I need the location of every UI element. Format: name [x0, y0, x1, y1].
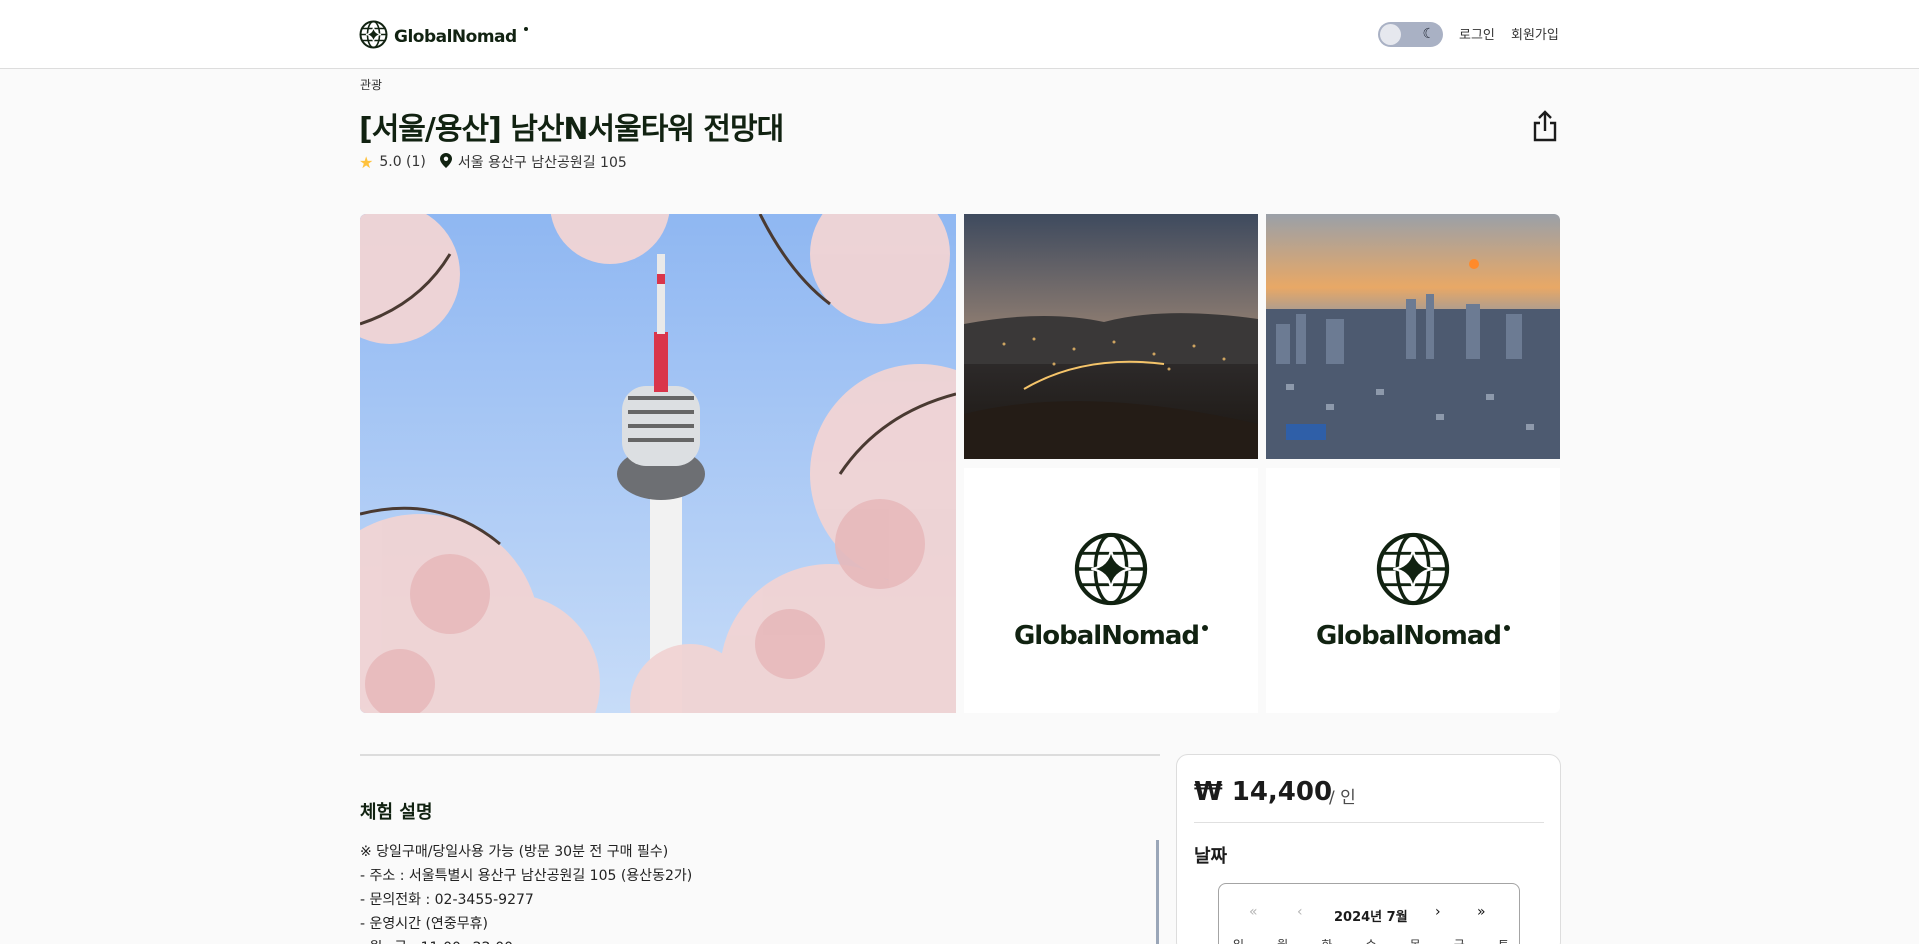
tile-logo-dot: [1202, 624, 1209, 631]
tile-logo-dot: [1504, 624, 1511, 631]
weekday-label: 화: [1321, 936, 1332, 944]
description-line: ※ 당일구매/당일사용 가능 (방문 30분 전 구매 필수): [360, 844, 669, 860]
page-title: [서울/용산] 남산N서울타워 전망대: [359, 112, 784, 147]
weekday-label: 금: [1454, 936, 1465, 944]
description-line: - 운영시간 (연중무휴): [360, 916, 488, 932]
card-divider: [1194, 822, 1544, 823]
description-line: - 주소 : 서울특별시 용산구 남산공원길 105 (용산동2가): [360, 868, 693, 884]
star-icon: ★: [359, 152, 374, 172]
section-divider: [360, 754, 1160, 756]
weekday-label: 일: [1233, 936, 1244, 944]
share-icon[interactable]: [1531, 110, 1559, 146]
calendar-next-button[interactable]: ›: [1435, 904, 1441, 920]
weekday-label: 토: [1498, 936, 1509, 944]
description-text: ※ 당일구매/당일사용 가능 (방문 30분 전 구매 필수) - 주소 : 서…: [360, 840, 1160, 944]
rating-text: 5.0 (1): [379, 154, 426, 170]
photo-placeholder-logo[interactable]: GlobalNomad: [964, 468, 1258, 713]
photo-placeholder-logo[interactable]: GlobalNomad: [1266, 468, 1560, 713]
top-nav-bar: GlobalNomad ☾ 로그인 회원가입: [0, 0, 1919, 69]
tile-logo: GlobalNomad: [1013, 620, 1209, 651]
weekday-label: 월: [1277, 936, 1288, 944]
description-line: - 월~금 : 11:00~22:00: [360, 936, 1160, 944]
globe-icon: [1073, 531, 1149, 611]
calendar-first-button[interactable]: «: [1249, 904, 1258, 920]
address-text: 서울 용산구 남산공원길 105: [457, 155, 627, 171]
logo[interactable]: GlobalNomad: [359, 20, 528, 53]
tile-logo-text: GlobalNomad: [1315, 620, 1502, 651]
description-scrollbar[interactable]: [1156, 840, 1159, 944]
weekday-label: 수: [1365, 936, 1376, 944]
location-pin-icon: [439, 152, 452, 172]
logo-dot: [523, 26, 528, 31]
price-text: ₩ 14,400: [1194, 777, 1333, 807]
dark-mode-toggle[interactable]: ☾: [1378, 22, 1443, 47]
description-title: 체험 설명: [360, 802, 433, 823]
photo-sunset-view[interactable]: [1266, 214, 1560, 459]
moon-icon: ☾: [1422, 26, 1435, 42]
calendar-last-button[interactable]: »: [1477, 904, 1486, 920]
toggle-knob: [1380, 24, 1401, 45]
date-label: 날짜: [1194, 846, 1228, 867]
description-line: - 문의전화 : 02-3455-9277: [360, 892, 534, 908]
calendar: « ‹ 2024년 7월 › » 일 월 화 수 목 금 토: [1218, 883, 1520, 944]
activity-category: 관광: [360, 78, 383, 92]
price-unit: / 인: [1329, 788, 1356, 808]
weekday-label: 목: [1410, 936, 1421, 944]
tile-logo-text: GlobalNomad: [1013, 620, 1200, 651]
calendar-prev-button[interactable]: ‹: [1297, 904, 1303, 920]
logo-text: GlobalNomad: [394, 26, 517, 47]
main-photo-namsan-tower[interactable]: [360, 214, 956, 713]
signup-link[interactable]: 회원가입: [1511, 24, 1559, 43]
photo-night-view[interactable]: [964, 214, 1258, 459]
login-link[interactable]: 로그인: [1459, 24, 1495, 43]
booking-card: ₩ 14,400 / 인 날짜 « ‹ 2024년 7월 › » 일 월 화 수…: [1176, 754, 1561, 944]
activity-meta: ★ 5.0 (1) 서울 용산구 남산공원길 105: [359, 152, 627, 172]
calendar-month-title[interactable]: 2024년 7월: [1334, 906, 1408, 925]
globe-icon: [1375, 531, 1451, 611]
tile-logo: GlobalNomad: [1315, 620, 1511, 651]
globe-icon: [359, 20, 388, 53]
calendar-weekdays: 일 월 화 수 목 금 토: [1233, 936, 1509, 944]
